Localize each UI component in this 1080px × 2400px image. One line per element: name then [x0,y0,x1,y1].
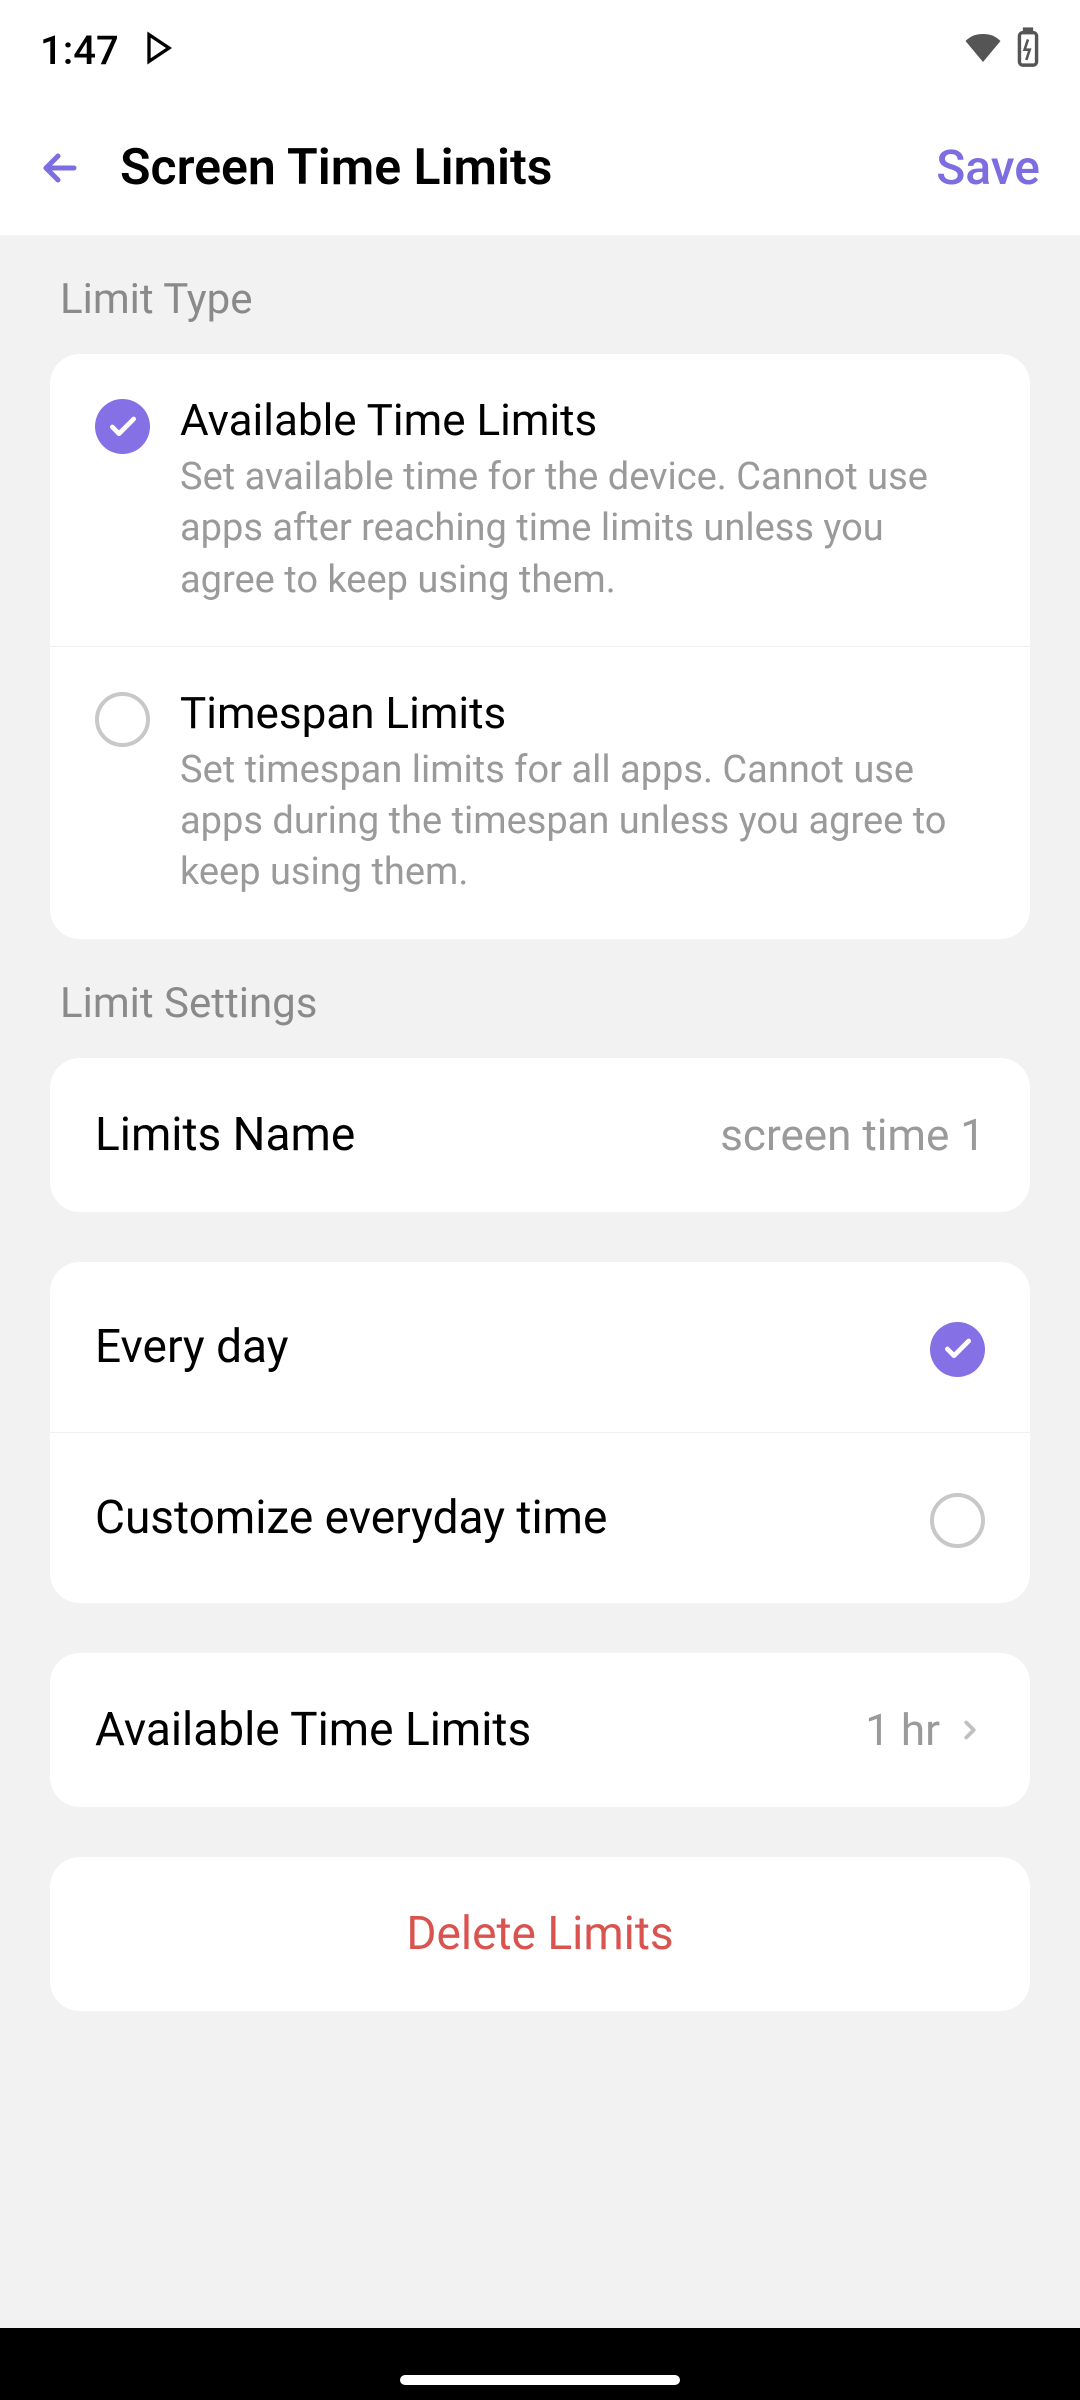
section-limit-type: Limit Type [0,235,1080,354]
available-time-label: Available Time Limits [95,1703,531,1757]
arrow-left-icon [36,144,84,192]
schedule-label: Every day [95,1320,289,1374]
schedule-card: Every day Customize everyday time [50,1262,1030,1603]
status-time: 1:47 [40,27,119,74]
option-description: Set timespan limits for all apps. Cannot… [180,745,985,899]
schedule-label: Customize everyday time [95,1491,607,1545]
available-time-card[interactable]: Available Time Limits 1 hr [50,1653,1030,1807]
delete-limits-button[interactable]: Delete Limits [50,1857,1030,2011]
limit-type-card: Available Time Limits Set available time… [50,354,1030,939]
wifi-icon [962,27,1004,73]
status-bar: 1:47 [0,0,1080,100]
option-title: Available Time Limits [180,394,985,446]
option-timespan[interactable]: Timespan Limits Set timespan limits for … [50,646,1030,939]
page-title: Screen Time Limits [120,139,936,197]
available-time-value: 1 hr [865,1704,940,1756]
home-indicator[interactable] [400,2375,680,2385]
battery-icon [1016,27,1040,73]
radio-selected-icon [95,399,150,454]
radio-unselected-icon [930,1493,985,1548]
option-title: Timespan Limits [180,687,985,739]
app-header: Screen Time Limits Save [0,100,1080,235]
limits-name-label: Limits Name [95,1108,355,1162]
option-every-day[interactable]: Every day [50,1262,1030,1432]
limits-name-value: screen time 1 [720,1109,985,1161]
option-customize[interactable]: Customize everyday time [50,1432,1030,1603]
radio-selected-icon [930,1322,985,1377]
radio-unselected-icon [95,692,150,747]
limits-name-card[interactable]: Limits Name screen time 1 [50,1058,1030,1212]
play-store-icon [139,28,179,72]
chevron-right-icon [955,1715,985,1745]
section-limit-settings: Limit Settings [0,939,1080,1058]
save-button[interactable]: Save [936,139,1040,196]
back-button[interactable] [30,138,90,198]
delete-label: Delete Limits [100,1907,980,1961]
option-available-time[interactable]: Available Time Limits Set available time… [50,354,1030,646]
option-description: Set available time for the device. Canno… [180,452,985,606]
